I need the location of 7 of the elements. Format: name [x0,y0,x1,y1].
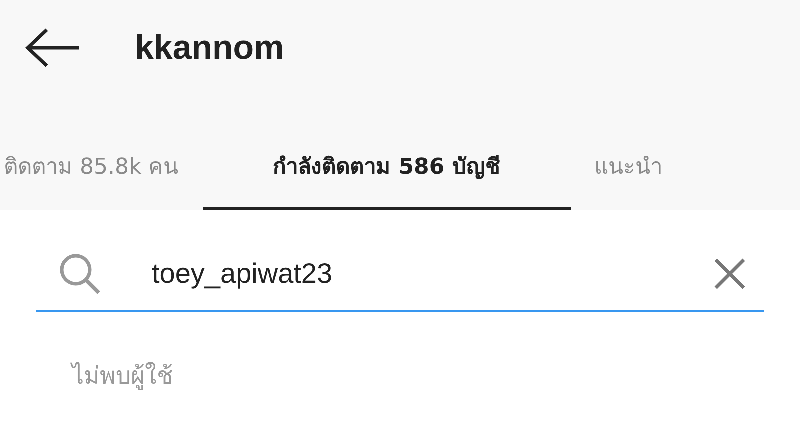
tab[interactable]: กำลังติดตาม 586 บัญชี [202,126,571,210]
close-icon[interactable] [714,258,746,290]
no-results-text: ไม่พบผู้ใช้ [72,361,173,392]
search-icon [58,252,102,296]
profile-username: kkannom [135,28,284,68]
back-arrow-icon[interactable] [25,28,81,68]
search-field[interactable]: toey_apiwat23 [152,258,714,290]
